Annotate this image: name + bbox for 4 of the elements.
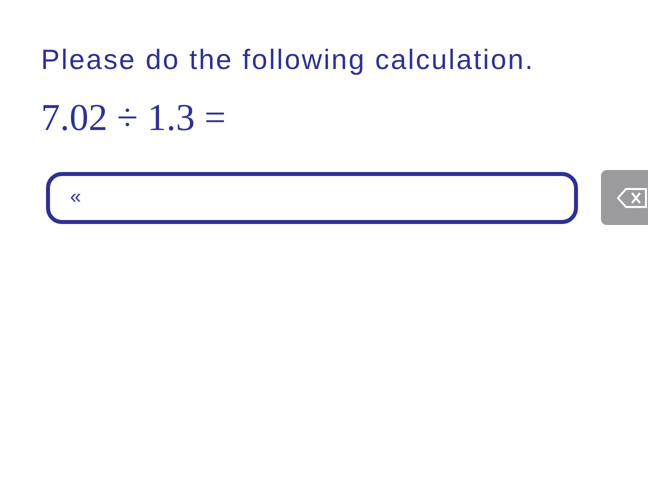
- backspace-icon: [617, 188, 647, 208]
- equation: 7.02 ÷ 1.3 =: [41, 96, 227, 140]
- instruction-text: Please do the following calculation.: [41, 44, 536, 76]
- answer-field[interactable]: «: [46, 172, 578, 224]
